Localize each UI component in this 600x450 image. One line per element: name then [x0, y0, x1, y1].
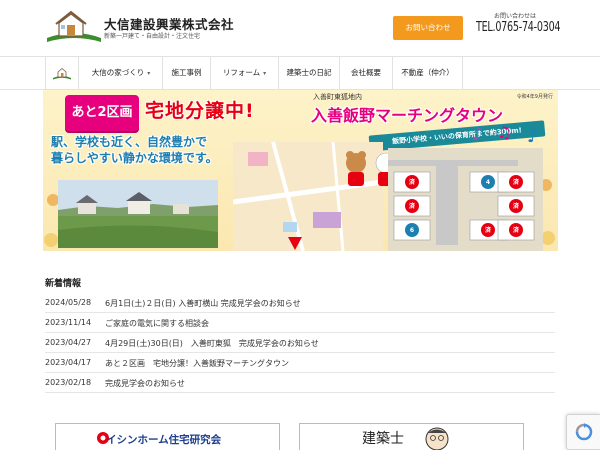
lot-layout-map: 済 4 済済 済6 済済	[388, 148, 543, 251]
svg-text:♪: ♪	[527, 126, 539, 147]
remaining-lots-badge: あと2区画	[65, 95, 139, 131]
lot-label: 済	[485, 226, 492, 234]
diary-banner-text: 建築士	[362, 431, 404, 447]
nav-item-label: 大信の家づくり	[91, 68, 145, 77]
lot-label: 済	[513, 178, 520, 186]
news-link[interactable]: 4月29日(土)30日(日) 入善町東狐 完成見学会のお知らせ	[105, 338, 319, 349]
phone-number[interactable]: TEL.0765-74-0304	[476, 20, 561, 35]
site-header: 大信建設興業株式会社 新築一戸建て・自由設計・注文住宅 お問い合わせ お問い合わ…	[0, 0, 600, 56]
news-date: 2023/04/17	[45, 358, 92, 367]
news-item[interactable]: 2023/02/18 完成見学会のお知らせ	[45, 373, 555, 393]
tagline: 新築一戸建て・自由設計・注文住宅	[104, 33, 201, 40]
svg-text:♫: ♫	[497, 123, 511, 142]
hero-copy: 駅、学校も近く、自然豊かで 暮らしやすい静かな環境です。	[51, 134, 218, 166]
news-date: 2023/02/18	[45, 378, 92, 387]
hero-copy-line: 暮らしやすい静かな環境です。	[51, 151, 218, 165]
lot-label: 済	[513, 226, 520, 234]
news-list: 2024/05/28 6月1日(土)２日(日) 入善町横山 完成見学会のお知らせ…	[45, 293, 555, 393]
chevron-down-icon: ▾	[147, 70, 151, 77]
news-date: 2023/04/27	[45, 338, 92, 347]
nav-home[interactable]	[45, 57, 79, 89]
nav-item-label: 会社概要	[351, 68, 381, 77]
news-item[interactable]: 2023/04/27 4月29日(土)30日(日) 入善町東狐 完成見学会のお知…	[45, 333, 555, 353]
news-item[interactable]: 2024/05/28 6月1日(土)２日(日) 入善町横山 完成見学会のお知らせ	[45, 293, 555, 313]
contact-button[interactable]: お問い合わせ	[393, 16, 463, 40]
hero-copy-line: 駅、学校も近く、自然豊かで	[51, 135, 208, 149]
nav-item-company[interactable]: 会社概要	[340, 57, 393, 89]
phone-label: お問い合わせは	[494, 13, 537, 20]
news-heading: 新着情報	[45, 279, 82, 289]
news-link[interactable]: ご家庭の電気に関する相談会	[105, 318, 209, 329]
news-link[interactable]: 完成見学会のお知らせ	[105, 378, 185, 389]
hero-banner[interactable]: あと2区画 宅地分譲中! 入善町東狐地内 入善飯野マーチングタウン 令和4年9月…	[43, 90, 558, 251]
news-item[interactable]: 2023/04/17 あと２区画 宅地分譲！入善飯野マーチングタウン	[45, 353, 555, 373]
main-nav: 大信の家づくり ▾ 施工事例 リフォーム ▾ 建築士の日記 会社概要 不動産（仲介）	[0, 56, 600, 90]
home-logo-icon	[53, 67, 71, 80]
news-link[interactable]: 6月1日(土)２日(日) 入善町横山 完成見学会のお知らせ	[105, 298, 301, 309]
chevron-down-icon: ▾	[263, 70, 267, 77]
ishin-home-banner[interactable]: イシンホーム住宅研究会	[55, 423, 280, 450]
news-date: 2023/11/14	[45, 318, 92, 327]
company-logo[interactable]	[45, 8, 103, 44]
news-item[interactable]: 2023/11/14 ご家庭の電気に関する相談会	[45, 313, 555, 333]
news-link[interactable]: あと２区画 宅地分譲！入善飯野マーチングタウン	[105, 358, 289, 369]
nav-item-label: 不動産（仲介）	[401, 68, 454, 77]
nav-item-label: 建築士の日記	[286, 68, 332, 77]
recaptcha-badge[interactable]	[566, 414, 600, 450]
ishin-banner-text: イシンホーム住宅研究会	[106, 434, 222, 446]
nav-item-label: リフォーム	[222, 68, 261, 77]
hero-area: 入善町東狐地内	[313, 93, 362, 101]
lot-label: 済	[409, 202, 416, 210]
nav-item-house-building[interactable]: 大信の家づくり ▾	[80, 57, 163, 89]
nav-item-architect-diary[interactable]: 建築士の日記	[279, 57, 340, 89]
lot-label: 6	[410, 227, 414, 234]
lot-label: 済	[513, 202, 520, 210]
recaptcha-icon	[575, 423, 592, 441]
nav-item-reform[interactable]: リフォーム ▾	[211, 57, 279, 89]
music-notes-decoration: ♪ ♫ ♪	[472, 123, 539, 147]
nav-item-works[interactable]: 施工事例	[163, 57, 211, 89]
nav-item-real-estate[interactable]: 不動産（仲介）	[393, 57, 463, 89]
hero-title: 宅地分譲中!	[145, 100, 255, 122]
news-date: 2024/05/28	[45, 298, 92, 307]
nav-item-label: 施工事例	[171, 68, 202, 77]
hero-issue-date: 令和4年9月発行	[516, 94, 553, 100]
lot-label: 4	[486, 179, 490, 186]
architect-diary-banner[interactable]: 建築士	[299, 423, 524, 450]
svg-text:♪: ♪	[472, 124, 484, 145]
lot-label: 済	[409, 178, 416, 186]
site-photo	[58, 180, 218, 248]
architect-portrait-icon	[425, 427, 449, 450]
